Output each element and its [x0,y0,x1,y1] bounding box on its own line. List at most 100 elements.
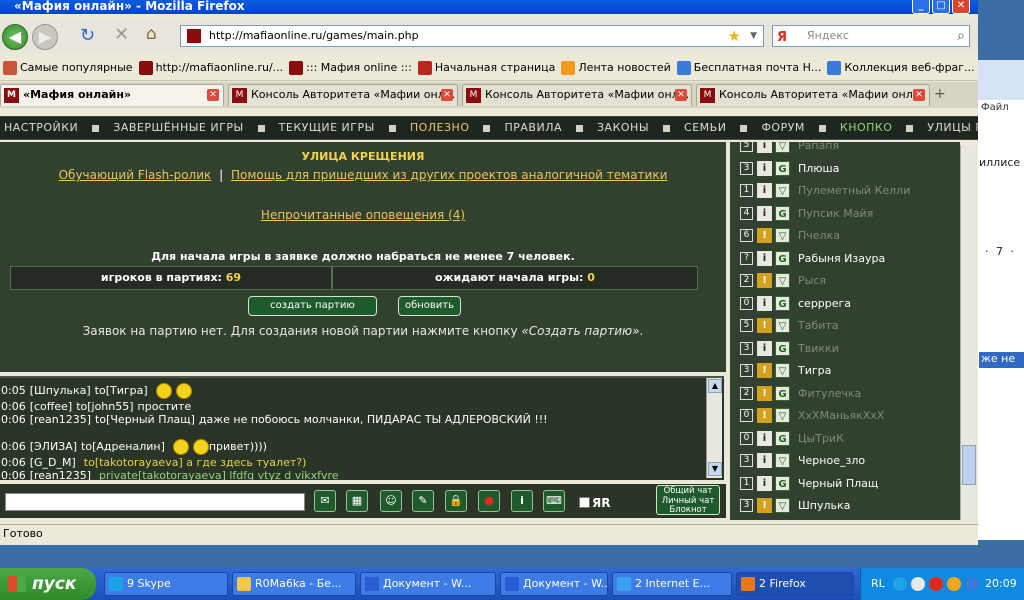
start-button[interactable]: пуск [0,568,96,600]
menu-item[interactable]: ЗАКОНЫ [593,117,653,139]
player-name[interactable]: Пчелка [798,229,840,242]
chat-line[interactable]: 0:06 [ЭЛИЗА] to[Адреналин] привет)))) [0,438,724,456]
close-window-button[interactable]: ✕ [952,0,970,14]
close-tab-icon[interactable]: ✕ [207,89,219,101]
app-tray-icon[interactable] [947,577,961,591]
keyboard-icon[interactable]: ⌨ [543,490,565,512]
player-private-icon[interactable]: G [775,340,790,356]
info-icon[interactable]: i [511,490,533,512]
close-tab-icon[interactable]: ✕ [913,89,925,101]
player-name[interactable]: Черный Плащ [798,477,878,490]
chat-mode-selector[interactable]: Общий чат Личный чат Блокнот [656,485,720,515]
player-row[interactable]: 1 i G Черный Плащ [730,473,960,496]
chat-from[interactable]: [rean1235] [30,413,91,426]
help-newcomers-link[interactable]: Помощь для пришедших из других проектов … [231,168,667,182]
chat-from[interactable]: [Шпулька] [30,384,91,397]
chat-from[interactable]: [rean1235] [30,469,91,480]
search-input[interactable]: Я Яндекс ⌕ [772,25,970,47]
player-private-icon[interactable]: ▽ [775,363,790,378]
url-input[interactable]: http://mafiaonline.ru/games/main.php ★ ▼ [180,25,764,47]
menu-item[interactable]: НАСТРОЙКИ [0,117,82,139]
player-name[interactable]: Плюша [798,162,839,175]
chat-from[interactable]: [coffee] [30,400,72,413]
scrollbar-thumb[interactable] [962,445,976,485]
taskbar-item[interactable]: R0Ma6ka - Бе... [232,572,356,596]
browser-tab[interactable]: M Консоль Авторитета «Мафии онл... ✕ [462,84,692,106]
player-row[interactable]: 3 i G Плюша [730,158,960,181]
bookmark-star-icon[interactable]: ★ [728,26,741,46]
scroll-up-icon[interactable]: ▲ [708,379,722,393]
bookmark-item[interactable]: Начальная страница [415,55,559,80]
reload-icon[interactable]: ↻ [80,25,95,46]
player-info-icon[interactable]: i [757,250,772,266]
player-private-icon[interactable]: ▽ [775,183,790,198]
browser-tab[interactable]: M Консоль Авторитета «Мафии онл... ✕ [696,84,930,106]
forward-button[interactable]: ▶ [32,24,58,50]
bookmark-item[interactable]: Самые популярные [0,55,136,80]
create-game-button[interactable]: создать партию [248,296,377,316]
taskbar-item[interactable]: Документ - W... [360,572,496,596]
scroll-down-icon[interactable]: ▼ [708,462,722,476]
player-private-icon[interactable]: G [775,160,790,176]
back-button[interactable]: ◀ [2,24,28,50]
browser-tab[interactable]: M Консоль Авторитета «Мафии онл... ✕ [228,84,458,106]
player-name[interactable]: Рабыня Изаура [798,252,885,265]
player-row[interactable]: 0 i G ЦыТриК [730,428,960,451]
player-row[interactable]: 3 i ▽ Черное_зло [730,450,960,473]
menu-item[interactable]: ЗАВЕРШЁННЫЕ ИГРЫ [109,117,247,139]
chat-line[interactable]: 0:05 [Шпулька] to[Тигра] [0,382,724,400]
chat-line[interactable]: 0:06 [rean1235] private[takotorayaeva] lfd… [0,469,724,480]
chat-to[interactable]: to[Адреналин] [81,440,165,453]
player-info-icon[interactable]: i [757,453,772,468]
home-icon[interactable]: ⌂ [146,24,157,44]
chat-line[interactable]: 0:06 [coffee] to[john55] простите [0,400,724,413]
notepad-option[interactable]: Блокнот [657,505,719,516]
bookmark-item[interactable]: Лента новостей [558,55,673,80]
player-row[interactable]: ? i G Рабыня Изаура [730,248,960,271]
chat-log[interactable]: 0:05 [Шпулька] to[Тигра] 0:06 [coffee] to[joh… [0,376,724,480]
player-name[interactable]: XxXМаньякXxX [798,409,884,422]
player-private-icon[interactable]: ▽ [775,273,790,288]
player-private-icon[interactable]: G [775,295,790,311]
player-row[interactable]: 3 i G Твикки [730,338,960,361]
language-indicator[interactable]: RL [871,568,885,600]
player-name[interactable]: Твикки [798,342,839,355]
menu-item[interactable]: УЛИЦЫ ГОРОДА [923,117,978,139]
skype-tray-icon[interactable] [893,577,907,591]
player-row[interactable]: 6! ▽ Пчелка [730,225,960,248]
taskbar-item[interactable]: 2 Internet E... [612,572,732,596]
chat-message-input[interactable] [5,493,305,511]
player-name[interactable]: Тигра [798,364,831,377]
eraser-icon[interactable]: ✎ [412,490,434,512]
player-row[interactable]: 0 i Gсерррега [730,293,960,316]
chat-from[interactable]: [ЭЛИЗА] [30,440,77,453]
menu-item[interactable]: ПОЛЕЗНО [406,117,474,139]
player-list-scrollbar[interactable] [960,145,976,520]
player-info-icon[interactable]: ! [757,408,772,423]
player-row[interactable]: 2! ▽ Рыся [730,270,960,293]
player-info-icon[interactable]: ! [757,228,772,243]
player-row[interactable]: 1 i ▽ Пулеметный Келли [730,180,960,203]
record-icon[interactable]: ● [478,490,500,512]
player-private-icon[interactable]: ▽ [775,318,790,333]
player-private-icon[interactable]: ▽ [775,142,790,153]
player-name[interactable]: серррега [798,297,851,310]
player-info-icon[interactable]: i [757,160,772,176]
filter-checkbox[interactable] [579,497,590,508]
player-row[interactable]: 2! G Фитулечка [730,383,960,406]
player-info-icon[interactable]: i [757,475,772,491]
minimize-button[interactable]: _ [912,0,930,14]
chat-to[interactable]: to[Тигра] [95,384,148,397]
menu-item[interactable]: ПРАВИЛА [500,117,566,139]
player-private-icon[interactable]: G [775,385,790,401]
yandex-engine-icon[interactable]: Я [777,28,787,48]
player-info-icon[interactable]: ! [757,363,772,378]
taskbar-item[interactable]: Документ - W... [500,572,608,596]
unread-notifications-link[interactable]: Непрочитанные оповещения (4) [261,208,465,222]
player-info-icon[interactable]: i [757,430,772,446]
player-name[interactable]: Пупсик Майя [798,207,873,220]
new-tab-button[interactable]: + [934,86,946,102]
player-info-icon[interactable]: ! [757,498,772,513]
bookmark-item[interactable]: ::: Мафия online ::: [286,55,415,80]
player-private-icon[interactable]: G [775,205,790,221]
